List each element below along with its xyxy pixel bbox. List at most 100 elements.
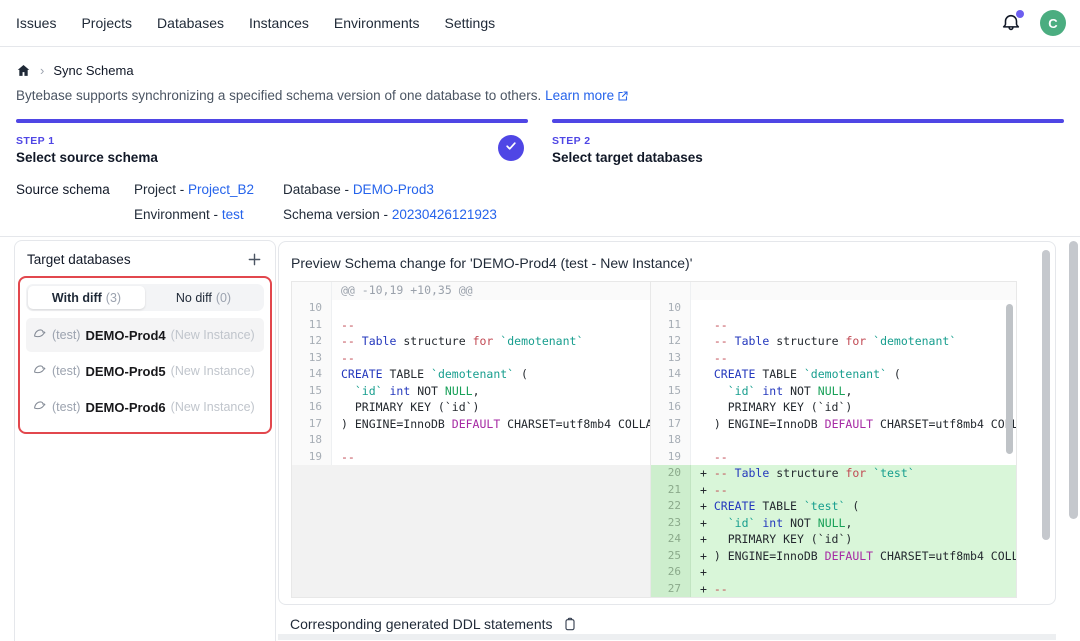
diff-code: + PRIMARY KEY (`id`): [691, 531, 1016, 548]
tab-no-diff-label: No diff: [176, 291, 212, 305]
db-suffix: (New Instance): [171, 400, 255, 414]
diff-line-number: 19: [651, 449, 691, 466]
tab-no-diff[interactable]: No diff (0): [145, 286, 262, 309]
target-database-list: (test) DEMO-Prod4 (New Instance) (test) …: [26, 318, 264, 424]
diff-line-number: 27: [651, 581, 691, 598]
learn-more-link[interactable]: Learn more: [545, 88, 614, 103]
tab-with-diff-count: (3): [106, 291, 121, 305]
diff-code: --: [691, 317, 1016, 334]
field-project-value[interactable]: Project_B2: [188, 182, 254, 197]
db-suffix: (New Instance): [171, 328, 255, 342]
step-2: STEP 2 Select target databases: [552, 119, 1064, 165]
field-database-value[interactable]: DEMO-Prod3: [353, 182, 434, 197]
diff-line: 22+ CREATE TABLE `test` (: [651, 498, 1016, 515]
page-scrollbar[interactable]: [1069, 241, 1078, 519]
step-2-title: Select target databases: [552, 150, 1064, 165]
preview-title: Preview Schema change for 'DEMO-Prod4 (t…: [279, 242, 1055, 281]
add-target-database-button[interactable]: [245, 250, 263, 268]
breadcrumb-current: Sync Schema: [53, 63, 133, 78]
field-database: Database - DEMO-Prod3: [283, 182, 497, 197]
diff-code: [332, 432, 650, 449]
notifications-button[interactable]: [1000, 12, 1022, 34]
field-schema-version-value[interactable]: 20230426121923: [392, 207, 497, 222]
field-project-label: Project -: [134, 182, 184, 197]
nav-instances[interactable]: Instances: [249, 15, 309, 31]
diff-line-number: 12: [292, 333, 332, 350]
copy-icon[interactable]: [562, 615, 579, 632]
nav-environments[interactable]: Environments: [334, 15, 420, 31]
mysql-engine-icon: [33, 326, 47, 345]
diff-line: 14 CREATE TABLE `demotenant` (: [651, 366, 1016, 383]
diff-code: + --: [691, 581, 1016, 598]
diff-line-number: 14: [651, 366, 691, 383]
nav-settings[interactable]: Settings: [445, 15, 496, 31]
avatar[interactable]: C: [1040, 10, 1066, 36]
diff-code: + `id` int NOT NULL,: [691, 515, 1016, 532]
preview-panel-scrollbar[interactable]: [1042, 250, 1050, 540]
field-environment: Environment - test: [134, 207, 283, 222]
diff-code: + ) ENGINE=InnoDB DEFAULT CHARSET=utf8mb…: [691, 548, 1016, 565]
tab-with-diff-label: With diff: [52, 291, 102, 305]
diff-line-number: 17: [651, 416, 691, 433]
diff-filler: [292, 465, 650, 597]
diff-line-number: 23: [651, 515, 691, 532]
nav-projects[interactable]: Projects: [81, 15, 132, 31]
notification-dot: [1016, 10, 1024, 18]
source-schema-label: Source schema: [16, 182, 134, 222]
database-row-demo-prod6[interactable]: (test) DEMO-Prod6 (New Instance): [26, 390, 264, 424]
diff-code: --: [332, 317, 650, 334]
external-link-icon[interactable]: [617, 90, 629, 105]
source-schema-summary: Source schema Project - Project_B2 Datab…: [16, 182, 1064, 222]
tab-with-diff[interactable]: With diff (3): [28, 286, 145, 309]
diff-line-number: 13: [651, 350, 691, 367]
diff-line: 18: [651, 432, 1016, 449]
diff-code: `id` int NOT NULL,: [332, 383, 650, 400]
diff-pane-modified: 10 11 --12 -- Table structure for `demot…: [650, 282, 1016, 597]
diff-line: 10: [292, 300, 650, 317]
diff-header-row-right: [651, 282, 1016, 300]
diff-line: 16 PRIMARY KEY (`id`): [292, 399, 650, 416]
diff-code: [691, 432, 1016, 449]
database-row-demo-prod5[interactable]: (test) DEMO-Prod5 (New Instance): [26, 354, 264, 388]
database-row-demo-prod4[interactable]: (test) DEMO-Prod4 (New Instance): [26, 318, 264, 352]
schema-diff-viewer: @@ -10,19 +10,35 @@ 1011--12-- Table str…: [291, 281, 1017, 598]
diff-line: 15 `id` int NOT NULL,: [651, 383, 1016, 400]
target-databases-highlight-box: With diff (3) No diff (0) (test) DEMO: [18, 276, 272, 434]
diff-line-number: 22: [651, 498, 691, 515]
diff-line: 11--: [292, 317, 650, 334]
diff-line: 10: [651, 300, 1016, 317]
diff-line-number: 16: [292, 399, 332, 416]
diff-line: 25+ ) ENGINE=InnoDB DEFAULT CHARSET=utf8…: [651, 548, 1016, 565]
diff-code: ) ENGINE=InnoDB DEFAULT CHARSET=utf8mb4 …: [332, 416, 650, 433]
diff-line: 27+ --: [651, 581, 1016, 598]
intro-description: Bytebase supports synchronizing a specif…: [16, 88, 541, 103]
step-2-progress-bar: [552, 119, 1064, 123]
diff-line-number: 16: [651, 399, 691, 416]
field-schema-version-label: Schema version -: [283, 207, 388, 222]
diff-code: -- Table structure for `demotenant`: [332, 333, 650, 350]
ddl-title: Corresponding generated DDL statements: [290, 616, 553, 632]
diff-code: PRIMARY KEY (`id`): [332, 399, 650, 416]
field-environment-label: Environment -: [134, 207, 218, 222]
nav-databases[interactable]: Databases: [157, 15, 224, 31]
diff-hunk-header-row: @@ -10,19 +10,35 @@: [292, 282, 650, 300]
diff-line: 20+ -- Table structure for `test`: [651, 465, 1016, 482]
diff-hunk-header: @@ -10,19 +10,35 @@: [332, 282, 650, 300]
diff-code: --: [332, 449, 650, 466]
tab-no-diff-count: (0): [216, 291, 231, 305]
field-project: Project - Project_B2: [134, 182, 283, 197]
diff-line: 13--: [292, 350, 650, 367]
nav-issues[interactable]: Issues: [16, 15, 56, 31]
diff-code: +: [691, 564, 1016, 581]
diff-line-number: 26: [651, 564, 691, 581]
diff-line: 19--: [292, 449, 650, 466]
schema-preview-panel: Preview Schema change for 'DEMO-Prod4 (t…: [278, 241, 1056, 605]
diff-line: 13 --: [651, 350, 1016, 367]
diff-pane-original: @@ -10,19 +10,35 @@ 1011--12-- Table str…: [292, 282, 650, 597]
diff-line: 18: [292, 432, 650, 449]
field-environment-value[interactable]: test: [222, 207, 244, 222]
diff-scrollbar[interactable]: [1006, 304, 1013, 454]
step-1-title: Select source schema: [16, 150, 528, 165]
home-icon[interactable]: [16, 63, 31, 78]
field-database-label: Database -: [283, 182, 349, 197]
